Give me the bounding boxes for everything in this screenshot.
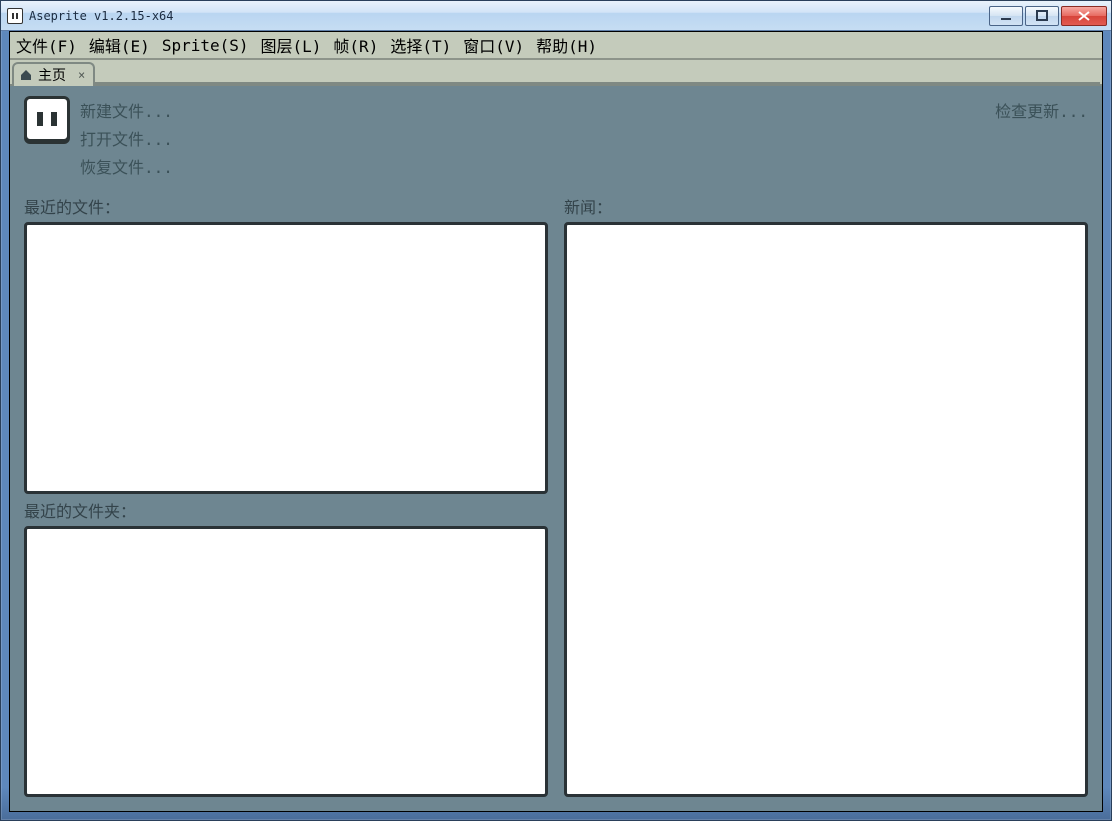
recent-folders-box[interactable]	[24, 526, 548, 798]
home-view: 新建文件... 打开文件... 恢复文件... 检查更新... 最近的文件： 最…	[10, 84, 1102, 811]
home-icon	[20, 69, 32, 81]
minimize-button[interactable]	[989, 6, 1023, 26]
recent-folders-label: 最近的文件夹：	[24, 498, 548, 522]
tab-close-icon[interactable]: ×	[72, 68, 85, 82]
recent-files-box[interactable]	[24, 222, 548, 494]
menu-sprite[interactable]: Sprite(S)	[162, 36, 249, 55]
home-panels: 最近的文件： 最近的文件夹： 新闻：	[24, 194, 1088, 797]
top-links: 新建文件... 打开文件... 恢复文件... 检查更新...	[24, 96, 1088, 178]
tab-strip: 主页 ×	[10, 60, 1102, 84]
app-body: 文件(F) 编辑(E) Sprite(S) 图层(L) 帧(R) 选择(T) 窗…	[9, 31, 1103, 812]
menu-window[interactable]: 窗口(V)	[463, 33, 524, 57]
menu-layer[interactable]: 图层(L)	[261, 33, 322, 57]
menu-help[interactable]: 帮助(H)	[536, 33, 597, 57]
app-icon	[7, 8, 23, 24]
aseprite-logo-icon	[24, 96, 70, 142]
check-updates: 检查更新...	[995, 96, 1088, 122]
window-title: Aseprite v1.2.15-x64	[29, 9, 174, 23]
menu-frame[interactable]: 帧(R)	[333, 33, 378, 57]
window-controls	[989, 6, 1107, 26]
tab-strip-remainder	[93, 62, 1100, 84]
tab-home[interactable]: 主页 ×	[12, 62, 95, 86]
quick-actions: 新建文件... 打开文件... 恢复文件...	[80, 96, 173, 178]
news-box[interactable]	[564, 222, 1088, 797]
maximize-button[interactable]	[1025, 6, 1059, 26]
titlebar[interactable]: Aseprite v1.2.15-x64	[1, 1, 1111, 31]
close-button[interactable]	[1061, 6, 1107, 26]
tab-home-label: 主页	[38, 65, 66, 85]
menu-bar: 文件(F) 编辑(E) Sprite(S) 图层(L) 帧(R) 选择(T) 窗…	[10, 32, 1102, 60]
menu-select[interactable]: 选择(T)	[390, 33, 451, 57]
menu-file[interactable]: 文件(F)	[16, 33, 77, 57]
check-updates-link[interactable]: 检查更新...	[995, 102, 1088, 121]
recover-file-link[interactable]: 恢复文件...	[80, 154, 173, 178]
new-file-link[interactable]: 新建文件...	[80, 98, 173, 122]
open-file-link[interactable]: 打开文件...	[80, 126, 173, 150]
menu-edit[interactable]: 编辑(E)	[89, 33, 150, 57]
app-window: Aseprite v1.2.15-x64 文件(F) 编辑(E) Sprite(…	[0, 0, 1112, 821]
recent-files-label: 最近的文件：	[24, 194, 548, 218]
news-label: 新闻：	[564, 194, 1088, 218]
